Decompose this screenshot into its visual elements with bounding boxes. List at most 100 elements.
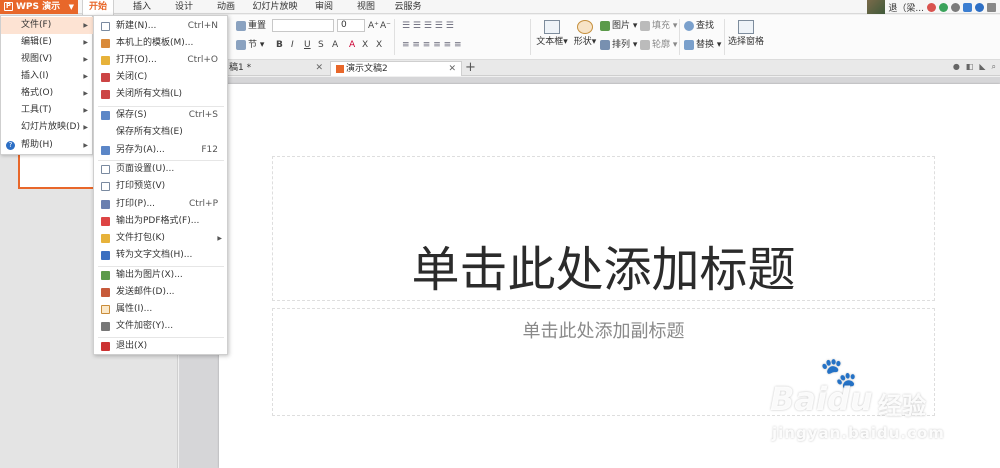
close-doc-icon bbox=[101, 73, 110, 82]
superscript-button[interactable]: X bbox=[362, 39, 368, 51]
menu-properties[interactable]: 属性(I)... bbox=[94, 301, 228, 318]
wps-app-menu-button[interactable]: P WPS 演示 ▼ bbox=[0, 0, 78, 14]
paragraph-align-buttons[interactable]: ≡ ≡ ≡ ≡ ≡ ≡ bbox=[402, 39, 462, 51]
menu-save[interactable]: 保存(S) Ctrl+S bbox=[94, 107, 228, 124]
tab-animation[interactable]: 动画 bbox=[212, 0, 240, 14]
convert-icon bbox=[101, 251, 110, 260]
select-pane-icon bbox=[738, 20, 754, 34]
shrink-font-button[interactable]: A⁻ bbox=[380, 20, 391, 32]
doc-tab-1[interactable]: 稿1 * ✕ bbox=[224, 61, 328, 76]
chevron-right-icon: ▶ bbox=[83, 73, 88, 80]
paragraph-format-buttons[interactable]: ☰ ☰ ☰ ☰ ☰ bbox=[402, 20, 454, 32]
minimize-doc-icon[interactable]: ◣ bbox=[979, 62, 985, 72]
menu-encrypt[interactable]: 文件加密(Y)... bbox=[94, 318, 228, 335]
subscript-button[interactable]: X bbox=[376, 39, 382, 51]
font-name-select[interactable] bbox=[272, 19, 334, 32]
menu-item-insert[interactable]: 插入(I) ▶ bbox=[1, 68, 93, 85]
ribbon-divider bbox=[394, 19, 395, 55]
shadow-button[interactable]: S bbox=[318, 39, 324, 51]
replace-button[interactable]: 替换 ▾ bbox=[684, 39, 721, 51]
menu-save-as[interactable]: 另存为(A)... F12 bbox=[94, 142, 228, 159]
section-icon bbox=[236, 39, 246, 50]
chevron-right-icon: ▶ bbox=[83, 107, 88, 114]
tab-home[interactable]: 开始 bbox=[82, 0, 114, 15]
font-color-button[interactable]: A bbox=[332, 39, 338, 51]
printer-icon bbox=[101, 200, 110, 209]
menu-item-edit[interactable]: 编辑(E) ▶ bbox=[1, 34, 93, 51]
outline-button[interactable]: 轮廓 ▾ bbox=[640, 39, 677, 51]
highlight-button[interactable]: A bbox=[349, 39, 355, 51]
reset-button[interactable]: 重置 bbox=[236, 20, 266, 32]
menu-item-tools[interactable]: 工具(T) ▶ bbox=[1, 102, 93, 119]
menu-print-preview[interactable]: 打印预览(V) bbox=[94, 178, 228, 195]
arrange-button[interactable]: 排列 ▾ bbox=[600, 39, 637, 51]
menu-convert-to-text[interactable]: 转为文字文档(H)... bbox=[94, 247, 228, 264]
shape-icon bbox=[577, 20, 593, 34]
bold-button[interactable]: B bbox=[276, 39, 283, 51]
menu-close-all[interactable]: 关闭所有文档(L) bbox=[94, 86, 228, 103]
shape-button[interactable]: 形状▾ bbox=[571, 20, 599, 48]
avatar[interactable] bbox=[867, 0, 886, 14]
user-name[interactable]: 退（梁... bbox=[888, 1, 924, 14]
app-name: WPS 演示 bbox=[16, 2, 61, 12]
tab-view[interactable]: 视图 bbox=[352, 0, 380, 14]
skin-icon[interactable] bbox=[939, 2, 948, 12]
title-placeholder[interactable]: 单击此处添加标题 bbox=[272, 240, 935, 300]
close-icon[interactable]: ✕ bbox=[448, 62, 456, 76]
menu-item-slideshow[interactable]: 幻灯片放映(D) ▶ bbox=[1, 119, 93, 136]
grow-font-button[interactable]: A⁺ bbox=[368, 20, 379, 32]
menu-page-setup[interactable]: 页面设置(U)... bbox=[94, 161, 228, 178]
fill-button[interactable]: 填充 ▾ bbox=[640, 20, 677, 32]
chevron-down-icon: ▼ bbox=[68, 3, 74, 11]
menu-item-view[interactable]: 视图(V) ▶ bbox=[1, 51, 93, 68]
menu-local-template[interactable]: 本机上的模板(M)... bbox=[94, 35, 228, 52]
pin-icon[interactable]: ● bbox=[953, 62, 960, 72]
font-size-select[interactable]: 0 bbox=[337, 19, 365, 32]
tab-design[interactable]: 设计 bbox=[170, 0, 198, 14]
cloud-icon[interactable] bbox=[963, 2, 972, 12]
italic-button[interactable]: I bbox=[291, 39, 294, 51]
menu-item-file[interactable]: 文件(F) ▶ bbox=[1, 17, 93, 34]
select-pane-button[interactable]: 选择窗格 bbox=[728, 20, 764, 48]
close-all-icon bbox=[101, 90, 110, 99]
user-area: 退（梁... bbox=[867, 0, 1000, 14]
menu-export-image[interactable]: 输出为图片(X)... bbox=[94, 267, 228, 284]
menu-item-help[interactable]: ? 帮助(H) ▶ bbox=[1, 137, 93, 154]
menu-open[interactable]: 打开(O)... Ctrl+O bbox=[94, 52, 228, 69]
menu-new[interactable]: 新建(N)... Ctrl+N bbox=[94, 18, 228, 35]
ribbon-divider bbox=[724, 19, 725, 55]
menu-print[interactable]: 打印(P)... Ctrl+P bbox=[94, 196, 228, 213]
menu-exit[interactable]: 退出(X) bbox=[94, 338, 228, 355]
mail-icon bbox=[101, 288, 110, 297]
menu-save-all[interactable]: 保存所有文档(E) bbox=[94, 124, 228, 141]
file-submenu: 新建(N)... Ctrl+N 本机上的模板(M)... 打开(O)... Ctrl… bbox=[93, 15, 228, 355]
underline-button[interactable]: U bbox=[304, 39, 311, 51]
undock-icon[interactable]: ◧ bbox=[966, 62, 974, 72]
section-button[interactable]: 节 ▾ bbox=[236, 39, 264, 51]
menu-close[interactable]: 关闭(C) bbox=[94, 69, 228, 86]
image-icon bbox=[101, 271, 110, 280]
doc-tab-2[interactable]: 演示文稿2 ✕ bbox=[330, 61, 462, 76]
tab-review[interactable]: 审阅 bbox=[310, 0, 338, 14]
fill-icon bbox=[640, 20, 650, 31]
tab-cloud[interactable]: 云服务 bbox=[390, 0, 426, 14]
settings-icon[interactable] bbox=[951, 2, 960, 12]
help-icon[interactable] bbox=[975, 2, 984, 12]
close-icon[interactable]: ✕ bbox=[315, 61, 323, 75]
find-button[interactable]: 查找 bbox=[684, 20, 714, 32]
textbox-icon bbox=[544, 20, 560, 34]
window-restore-icon[interactable] bbox=[987, 2, 996, 12]
menu-send-mail[interactable]: 发送邮件(D)... bbox=[94, 284, 228, 301]
clock-icon[interactable] bbox=[927, 2, 936, 12]
menu-export-pdf[interactable]: 输出为PDF格式(F)... bbox=[94, 213, 228, 230]
textbox-button[interactable]: 文本框▾ bbox=[536, 20, 568, 48]
picture-button[interactable]: 图片 ▾ bbox=[600, 20, 637, 32]
tab-insert[interactable]: 插入 bbox=[128, 0, 156, 14]
tab-slideshow[interactable]: 幻灯片放映 bbox=[250, 0, 300, 14]
new-tab-button[interactable]: + bbox=[465, 60, 476, 76]
menu-item-format[interactable]: 格式(O) ▶ bbox=[1, 85, 93, 102]
save-as-icon bbox=[101, 146, 110, 155]
search-icon[interactable]: ⌕ bbox=[992, 62, 996, 72]
menu-package[interactable]: 文件打包(K) ▶ bbox=[94, 230, 228, 247]
subtitle-placeholder[interactable]: 单击此处添加副标题 bbox=[272, 320, 935, 344]
